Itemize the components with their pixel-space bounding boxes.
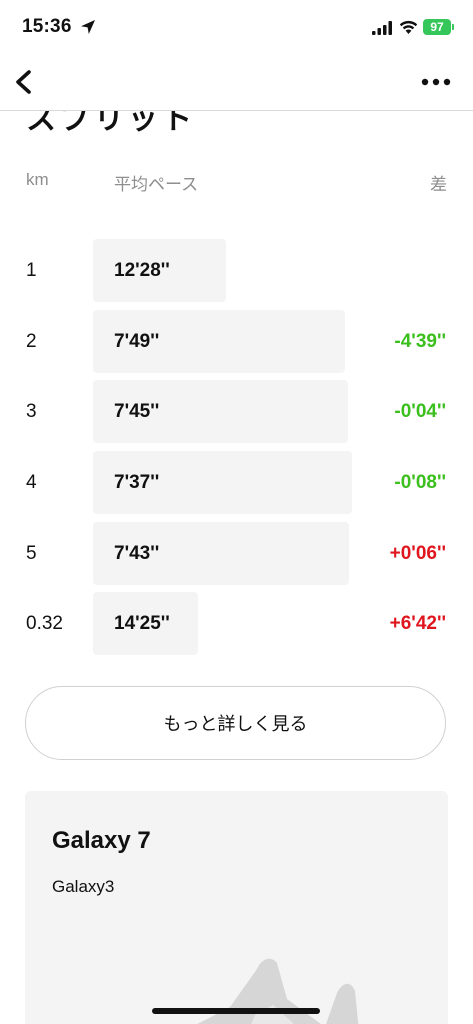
shoe-card[interactable]: Galaxy 7 Galaxy3 (25, 791, 448, 1024)
header-average-pace: 平均ペース (114, 175, 199, 194)
battery-nub (452, 24, 454, 30)
split-row: 4 7'37'' -0'08'' (0, 451, 473, 514)
split-pace: 7'43'' (114, 542, 160, 564)
split-row: 2 7'49'' -4'39'' (0, 310, 473, 373)
chevron-left-icon[interactable] (8, 64, 44, 100)
home-indicator[interactable] (152, 1008, 320, 1014)
wifi-icon (399, 20, 418, 34)
header-difference: 差 (430, 175, 447, 194)
split-row: 0.32 14'25'' +6'42'' (0, 592, 473, 655)
nav-bar (0, 56, 473, 111)
split-km: 3 (26, 400, 37, 422)
split-row: 3 7'45'' -0'04'' (0, 380, 473, 443)
split-pace: 7'45'' (114, 400, 160, 422)
cellular-signal-icon (372, 21, 392, 35)
battery-level: 97 (430, 20, 444, 34)
split-row: 1 12'28'' (0, 239, 473, 302)
split-difference: +6'42'' (389, 612, 446, 634)
split-difference: +0'06'' (389, 542, 446, 564)
split-km: 4 (26, 471, 37, 493)
split-km: 0.32 (26, 612, 63, 634)
split-pace: 7'37'' (114, 471, 160, 493)
more-details-label: もっと詳しく見る (163, 714, 308, 734)
split-difference: -0'04'' (394, 400, 446, 422)
status-time: 15:36 (22, 16, 72, 37)
split-km: 1 (26, 259, 37, 281)
header-km: km (26, 170, 49, 189)
split-pace: 12'28'' (114, 259, 170, 281)
battery-icon: 97 (423, 19, 451, 35)
shoe-subtitle: Galaxy3 (52, 877, 115, 896)
split-km: 5 (26, 542, 37, 564)
split-pace: 14'25'' (114, 612, 170, 634)
split-difference: -0'08'' (394, 471, 446, 493)
split-km: 2 (26, 330, 37, 352)
more-details-button[interactable]: もっと詳しく見る (25, 686, 446, 760)
location-arrow-icon (81, 20, 95, 34)
split-pace: 7'49'' (114, 330, 160, 352)
split-difference: -4'39'' (394, 330, 446, 352)
screen: 15:36 97 スプリット km 平均ペース 差 1 12'28'' 2 7'… (0, 0, 473, 1024)
status-bar: 15:36 97 (0, 0, 473, 56)
ellipsis-icon[interactable] (416, 70, 456, 94)
shoe-name: Galaxy 7 (52, 827, 151, 854)
split-row: 5 7'43'' +0'06'' (0, 522, 473, 585)
